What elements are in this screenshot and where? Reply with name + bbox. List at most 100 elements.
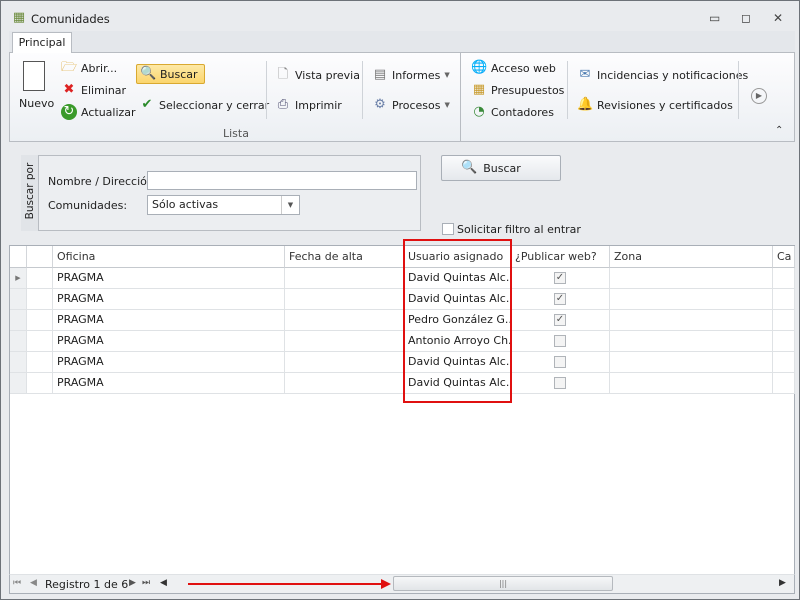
horizontal-scrollbar-thumb[interactable]: ||| [393, 576, 613, 591]
informes-dropdown[interactable]: ▤ Informes ▼ [372, 67, 450, 83]
oficina-cell[interactable]: PRAGMA [53, 373, 285, 394]
column-header-ca[interactable]: Ca [773, 246, 795, 268]
nuevo-button[interactable]: Nuevo [19, 61, 54, 117]
nombre-input[interactable] [147, 171, 417, 190]
eliminar-button[interactable]: ✖ Eliminar [61, 82, 127, 98]
tab-principal[interactable]: Principal [12, 32, 72, 54]
publicar-web-checkbox[interactable] [554, 335, 566, 347]
scroll-right-icon[interactable]: ▶ [779, 578, 786, 588]
blank-column-header [27, 246, 53, 268]
report-grid-icon: ▤ [373, 67, 387, 82]
presupuestos-button[interactable]: ▦ Presupuestos [471, 82, 565, 98]
minimize-button[interactable]: ▭ [709, 11, 720, 25]
contadores-button[interactable]: ◔ Contadores [471, 104, 554, 120]
oficina-cell[interactable]: PRAGMA [53, 310, 285, 331]
divider [738, 61, 739, 119]
blank-cell[interactable] [27, 352, 53, 373]
fecha-alta-cell[interactable] [285, 352, 404, 373]
ca-cell[interactable] [773, 310, 795, 331]
eliminar-label: Eliminar [81, 83, 127, 97]
actualizar-button[interactable]: ↻ Actualizar [61, 104, 136, 120]
publicar-web-cell[interactable] [511, 331, 610, 352]
first-record-icon[interactable]: ⏮ [13, 578, 21, 588]
revisiones-label: Revisiones y certificados [597, 98, 733, 112]
column-header-fecha-alta[interactable]: Fecha de alta [285, 246, 404, 268]
gear-icon: ⚙ [374, 97, 386, 112]
fecha-alta-cell[interactable] [285, 289, 404, 310]
dropdown-arrow-icon[interactable]: ▼ [281, 196, 299, 214]
column-header-zona[interactable]: Zona [610, 246, 773, 268]
ribbon-buscar-button[interactable]: 🔍 Buscar [136, 64, 205, 84]
zona-cell[interactable] [610, 331, 773, 352]
divider [567, 61, 568, 119]
acceso-web-label: Acceso web [491, 61, 556, 75]
close-button[interactable]: ✕ [773, 11, 783, 25]
revisiones-button[interactable]: 🔔 Revisiones y certificados [577, 97, 733, 113]
publicar-web-checkbox[interactable]: ✓ [554, 293, 566, 305]
publicar-web-cell[interactable]: ✓ [511, 310, 610, 331]
publicar-web-cell[interactable]: ✓ [511, 268, 610, 289]
fecha-alta-cell[interactable] [285, 310, 404, 331]
restore-button[interactable]: ◻ [741, 11, 751, 25]
record-counter: Registro 1 de 6 [45, 578, 129, 591]
row-indicator: ▶ [10, 268, 27, 289]
solicitar-filtro-checkbox[interactable] [442, 223, 454, 235]
fecha-alta-cell[interactable] [285, 331, 404, 352]
dropdown-arrow-icon: ▼ [444, 101, 450, 109]
divider [362, 61, 363, 119]
fecha-alta-cell[interactable] [285, 373, 404, 394]
ca-cell[interactable] [773, 289, 795, 310]
blank-cell[interactable] [27, 289, 53, 310]
blank-cell[interactable] [27, 373, 53, 394]
publicar-web-checkbox[interactable] [554, 356, 566, 368]
zona-cell[interactable] [610, 289, 773, 310]
next-record-icon[interactable]: ▶ [129, 578, 136, 588]
delete-x-icon: ✖ [63, 82, 75, 97]
divider [266, 61, 267, 119]
scroll-left-icon[interactable]: ◀ [160, 578, 167, 588]
last-record-icon[interactable]: ⏭ [142, 578, 150, 588]
oficina-cell[interactable]: PRAGMA [53, 268, 285, 289]
dropdown-arrow-icon: ▼ [444, 71, 450, 79]
column-header-oficina[interactable]: Oficina [53, 246, 285, 268]
ca-cell[interactable] [773, 331, 795, 352]
collapse-ribbon-icon[interactable]: ⌃ [775, 125, 783, 136]
abrir-button[interactable]: 🗁 Abrir... [61, 60, 117, 76]
oficina-cell[interactable]: PRAGMA [53, 331, 285, 352]
ribbon-scroll-right-icon[interactable]: ▶ [751, 88, 767, 104]
fecha-alta-cell[interactable] [285, 268, 404, 289]
incidencias-button[interactable]: ✉ Incidencias y notificaciones [577, 67, 749, 83]
procesos-dropdown[interactable]: ⚙ Procesos ▼ [372, 97, 450, 113]
publicar-web-cell[interactable] [511, 352, 610, 373]
ca-cell[interactable] [773, 352, 795, 373]
oficina-cell[interactable]: PRAGMA [53, 289, 285, 310]
zona-cell[interactable] [610, 268, 773, 289]
column-header-publicar-web[interactable]: ¿Publicar web? [511, 246, 610, 268]
buscar-label: Buscar [160, 67, 198, 81]
imprimir-label: Imprimir [295, 98, 342, 112]
publicar-web-checkbox[interactable] [554, 377, 566, 389]
publicar-web-cell[interactable] [511, 373, 610, 394]
publicar-web-checkbox[interactable]: ✓ [554, 314, 566, 326]
vista-previa-button[interactable]: 🗋 Vista previa [275, 67, 360, 83]
zona-cell[interactable] [610, 310, 773, 331]
zona-cell[interactable] [610, 373, 773, 394]
seleccionar-cerrar-button[interactable]: ✔ Seleccionar y cerrar [139, 97, 270, 113]
oficina-cell[interactable]: PRAGMA [53, 352, 285, 373]
publicar-web-cell[interactable]: ✓ [511, 289, 610, 310]
imprimir-button[interactable]: ⎙ Imprimir [275, 97, 342, 113]
new-document-icon [23, 61, 45, 91]
ca-cell[interactable] [773, 268, 795, 289]
buscar-button-label: Buscar [483, 161, 521, 175]
acceso-web-button[interactable]: 🌐 Acceso web [471, 60, 556, 76]
blank-cell[interactable] [27, 331, 53, 352]
actualizar-label: Actualizar [81, 105, 136, 119]
buscar-button[interactable]: 🔍 Buscar [441, 155, 561, 181]
prev-record-icon[interactable]: ◀ [30, 578, 37, 588]
publicar-web-checkbox[interactable]: ✓ [554, 272, 566, 284]
blank-cell[interactable] [27, 310, 53, 331]
zona-cell[interactable] [610, 352, 773, 373]
blank-cell[interactable] [27, 268, 53, 289]
ca-cell[interactable] [773, 373, 795, 394]
comunidades-select[interactable]: Sólo activas ▼ [147, 195, 300, 215]
